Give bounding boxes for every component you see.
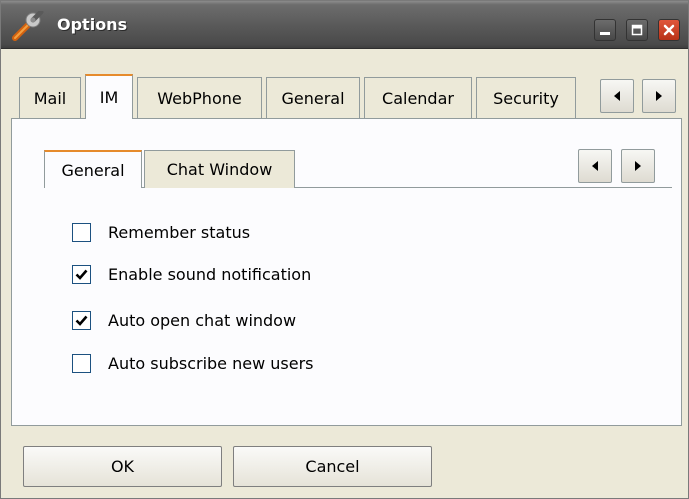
checkmark-icon: [75, 269, 88, 280]
subtab-scroll-right-button[interactable]: [621, 149, 655, 183]
auto-open-chat-window-checkbox[interactable]: [72, 310, 91, 330]
option-label: Enable sound notification: [108, 264, 312, 284]
minimize-button[interactable]: [594, 19, 616, 41]
tab-label: Calendar: [382, 88, 454, 108]
triangle-right-icon: [656, 91, 662, 101]
remember-status-checkbox[interactable]: [72, 222, 91, 242]
tab-general[interactable]: General: [266, 77, 360, 118]
triangle-left-icon: [592, 161, 598, 171]
checkmark-icon: [75, 315, 88, 326]
subtab-scroll-left-button[interactable]: [578, 149, 612, 183]
tab-security[interactable]: Security: [476, 77, 576, 118]
tab-scroll-left-button[interactable]: [600, 79, 634, 113]
cancel-button-label: Cancel: [305, 457, 360, 476]
option-label: Remember status: [108, 222, 251, 242]
tab-label: WebPhone: [157, 88, 242, 108]
ok-button[interactable]: OK: [23, 446, 222, 487]
cancel-button[interactable]: Cancel: [233, 446, 432, 487]
option-enable-sound-notification[interactable]: Enable sound notification: [72, 263, 311, 285]
wrench-icon: [11, 9, 45, 41]
tab-label: Security: [493, 88, 559, 108]
window-title: Options: [57, 15, 128, 34]
enable-sound-notification-checkbox[interactable]: [72, 264, 91, 284]
option-remember-status[interactable]: Remember status: [72, 221, 250, 243]
option-auto-open-chat-window[interactable]: Auto open chat window: [72, 309, 296, 331]
tab-scroll-right-button[interactable]: [642, 79, 676, 113]
triangle-left-icon: [614, 91, 620, 101]
tab-label: Mail: [33, 88, 67, 108]
options-dialog: Options Mail IM WebPhone General Calenda…: [0, 0, 689, 499]
tab-im[interactable]: IM: [85, 74, 133, 119]
subtab-general[interactable]: General: [44, 150, 142, 188]
tab-webphone[interactable]: WebPhone: [137, 77, 262, 118]
option-label: Auto subscribe new users: [108, 353, 314, 373]
option-auto-subscribe-new-users[interactable]: Auto subscribe new users: [72, 352, 314, 374]
tab-calendar[interactable]: Calendar: [364, 77, 472, 118]
close-icon: [663, 24, 675, 36]
tab-mail[interactable]: Mail: [19, 77, 81, 118]
subtab-label: General: [61, 160, 125, 180]
tab-label: IM: [99, 88, 119, 107]
minimize-icon: [600, 32, 610, 35]
subtab-label: Chat Window: [166, 160, 273, 179]
triangle-right-icon: [635, 161, 641, 171]
close-button[interactable]: [658, 19, 680, 41]
option-label: Auto open chat window: [108, 310, 297, 330]
maximize-icon: [631, 24, 643, 36]
subtab-chat-window[interactable]: Chat Window: [144, 150, 295, 188]
maximize-button[interactable]: [626, 19, 648, 41]
ok-button-label: OK: [110, 457, 135, 476]
title-bar[interactable]: Options: [1, 1, 688, 49]
tab-label: General: [281, 88, 345, 108]
auto-subscribe-new-users-checkbox[interactable]: [72, 353, 91, 373]
